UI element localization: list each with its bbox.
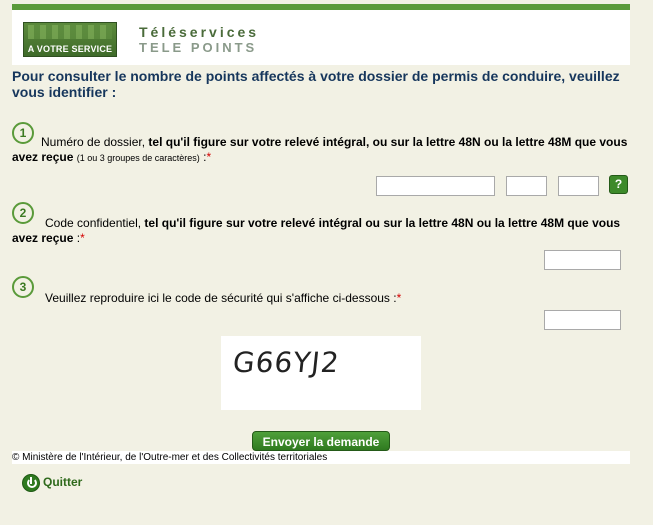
quit-label: Quitter bbox=[43, 475, 83, 489]
confidential-code-label: Code confidentiel, tel qu'il figure sur … bbox=[12, 216, 632, 246]
dossier-number-field-3[interactable] bbox=[558, 176, 599, 196]
dossier-number-field-2[interactable] bbox=[506, 176, 547, 196]
submit-request-button[interactable]: Envoyer la demande bbox=[252, 431, 390, 451]
required-marker: * bbox=[396, 291, 402, 305]
dossier-number-note: (1 ou 3 groupes de caractères) bbox=[76, 153, 200, 163]
power-icon-ring bbox=[27, 478, 37, 488]
security-code-label-main: Veuillez reproduire ici le code de sécur… bbox=[45, 291, 390, 305]
dossier-number-field-1[interactable] bbox=[376, 176, 495, 196]
dossier-number-label-main: Numéro de dossier, bbox=[41, 135, 146, 149]
intro-text: Pour consulter le nombre de points affec… bbox=[12, 68, 620, 100]
page: A VOTRE SERVICE Téléservices TELE POINTS… bbox=[0, 0, 653, 525]
power-icon-bar bbox=[30, 477, 32, 484]
security-code-label: Veuillez reproduire ici le code de sécur… bbox=[45, 291, 605, 306]
security-code-field[interactable] bbox=[544, 310, 621, 330]
confidential-code-label-main: Code confidentiel, bbox=[45, 216, 142, 230]
required-marker: * bbox=[80, 231, 85, 245]
confidential-code-field[interactable] bbox=[544, 250, 621, 270]
step-3-number-icon: 3 bbox=[12, 276, 34, 298]
question-mark-icon[interactable]: ? bbox=[609, 175, 628, 194]
required-marker: * bbox=[206, 150, 212, 164]
brand-title: Téléservices bbox=[139, 24, 260, 40]
dossier-number-label: Numéro de dossier, tel qu'il figure sur … bbox=[12, 135, 632, 166]
security-code-colon: : bbox=[389, 291, 397, 305]
copyright-text: © Ministère de l'Intérieur, de l'Outre-m… bbox=[12, 452, 328, 463]
power-icon bbox=[22, 474, 40, 492]
leaf-decoration-icon bbox=[28, 25, 112, 39]
captcha-code: G66YJ2 bbox=[231, 346, 342, 379]
brand-subtitle: TELE POINTS bbox=[139, 40, 258, 55]
captcha-image: G66YJ2 bbox=[221, 336, 421, 410]
service-logo: A VOTRE SERVICE bbox=[23, 22, 117, 57]
logo-label: A VOTRE SERVICE bbox=[27, 44, 113, 54]
header: A VOTRE SERVICE Téléservices TELE POINTS bbox=[12, 10, 630, 65]
